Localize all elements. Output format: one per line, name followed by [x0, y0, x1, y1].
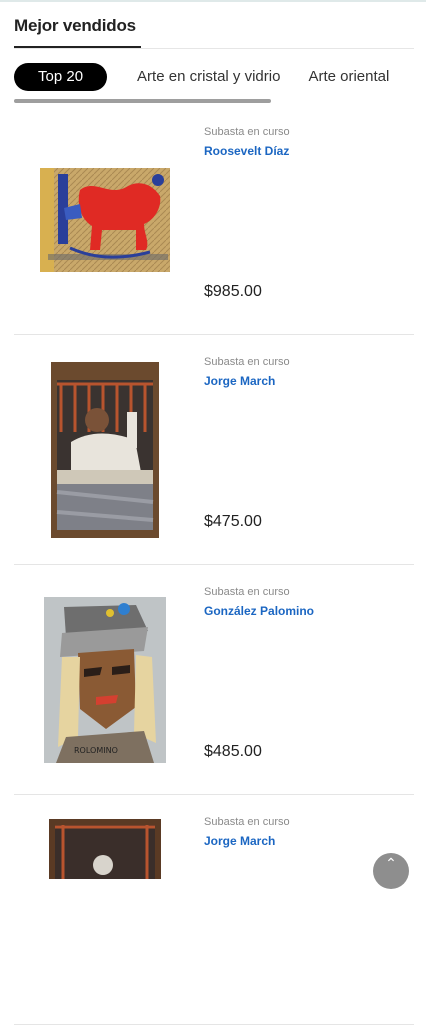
artist-link[interactable]: Jorge March — [204, 834, 275, 848]
title-divider — [14, 48, 414, 49]
product-price: $475.00 — [204, 513, 262, 530]
product-card[interactable]: Subasta en curso Jorge March $475.00 — [14, 335, 414, 565]
auction-status: Subasta en curso — [204, 356, 290, 368]
product-price: $485.00 — [204, 743, 262, 760]
product-price: $985.00 — [204, 283, 262, 300]
svg-text:ROLOMINO: ROLOMINO — [74, 746, 118, 755]
tab-arte-cristal-vidrio[interactable]: Arte en cristal y vidrio — [137, 63, 280, 91]
painting-window-figure — [49, 819, 161, 879]
auction-status: Subasta en curso — [204, 126, 290, 138]
tab-arte-oriental[interactable]: Arte oriental — [308, 63, 389, 91]
artist-link[interactable]: González Palomino — [204, 604, 314, 618]
product-card[interactable]: Subasta en curso Roosevelt Díaz $985.00 — [14, 105, 414, 335]
chevron-up-icon: ⌃ — [385, 855, 397, 871]
category-tabs: Top 20 Arte en cristal y vidrio Arte orien… — [14, 63, 426, 91]
product-image[interactable]: ROLOMINO — [14, 565, 196, 794]
painting-cubist-portrait: ROLOMINO — [44, 596, 166, 763]
product-image[interactable] — [14, 105, 196, 334]
section-title: Mejor vendidos — [14, 16, 136, 35]
artist-link[interactable]: Roosevelt Díaz — [204, 144, 289, 158]
painting-red-figure — [40, 167, 170, 272]
top-border — [0, 0, 426, 2]
tab-top-20[interactable]: Top 20 — [14, 63, 108, 91]
auction-status: Subasta en curso — [204, 816, 290, 828]
artist-link[interactable]: Jorge March — [204, 374, 275, 388]
product-image[interactable] — [14, 335, 196, 564]
tabs-scrollbar[interactable] — [14, 99, 271, 103]
product-card[interactable]: Subasta en curso Jorge March — [14, 795, 414, 1025]
auction-status: Subasta en curso — [204, 586, 290, 598]
product-list: Subasta en curso Roosevelt Díaz $985.00 — [14, 105, 414, 1025]
scroll-to-top-button[interactable]: ⌃ — [373, 853, 409, 889]
product-image[interactable] — [14, 795, 196, 1024]
painting-man-at-window — [51, 361, 159, 538]
product-card[interactable]: ROLOMINO Subasta en curso González Palom… — [14, 565, 414, 795]
